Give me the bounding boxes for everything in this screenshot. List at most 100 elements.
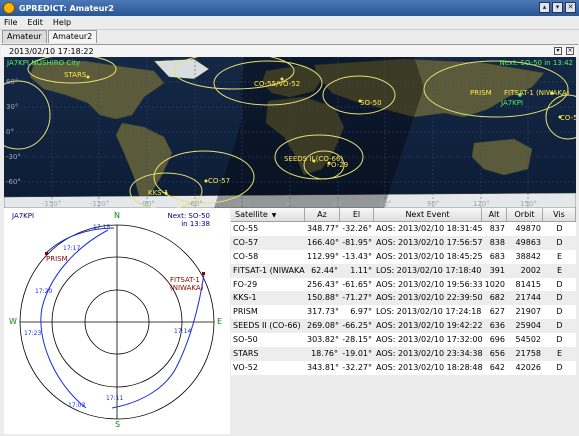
col-orbit[interactable]: Orbit bbox=[507, 208, 543, 221]
col-next-event[interactable]: Next Event bbox=[374, 208, 482, 221]
cell-orbit: 2002 bbox=[520, 265, 541, 275]
map-sat-label[interactable]: CO-57 bbox=[208, 177, 230, 185]
col-alt[interactable]: Alt bbox=[482, 208, 507, 221]
polar-time-label: 17:20 bbox=[35, 288, 53, 295]
polar-time-label: 17:03 bbox=[68, 402, 86, 409]
map-sat-label[interactable]: FITSAT-1 (NIWAKA) bbox=[504, 89, 569, 97]
polar-next-line1: Next: SO-50 bbox=[167, 212, 210, 220]
close-button[interactable]: ✕ bbox=[565, 2, 576, 13]
cell-next-event: AOS: 2013/02/10 22:39:50 bbox=[376, 293, 482, 303]
cell-vis: D bbox=[556, 321, 563, 331]
cell-el: -32.26° bbox=[342, 224, 372, 233]
table-row[interactable]: SEEDS II (CO-66) 269.08° -66.25° AOS: 2013/… bbox=[231, 319, 576, 334]
table-row[interactable]: KKS-1 150.88° -71.27° AOS: 2013/02/10 22:39… bbox=[231, 291, 576, 306]
cell-alt: 636 bbox=[489, 321, 505, 331]
cell-el: -13.43° bbox=[342, 251, 372, 261]
map-qth-label: JA7KPI NOSHIRO City bbox=[7, 59, 81, 67]
lon-tick: 90° bbox=[427, 200, 440, 208]
cell-az: 150.88° bbox=[307, 293, 339, 303]
cell-orbit: 21758 bbox=[515, 349, 541, 359]
cell-orbit: 25904 bbox=[515, 321, 541, 331]
col-az[interactable]: Az bbox=[305, 208, 340, 221]
cell-orbit: 21744 bbox=[515, 293, 541, 303]
polar-time-label: 17:11 bbox=[106, 395, 124, 402]
cell-el: -66.25° bbox=[342, 321, 372, 331]
table-row[interactable]: FO-29 256.43° -61.65° AOS: 2013/02/10 19:56… bbox=[231, 278, 576, 292]
polar-sat-label[interactable]: PRISM bbox=[46, 255, 68, 263]
lat-tick: -60° bbox=[6, 178, 21, 186]
cell-el: -61.65° bbox=[342, 279, 372, 289]
compass-n: N bbox=[114, 211, 120, 220]
compass-e: E bbox=[217, 317, 223, 326]
cell-az: 343.81° bbox=[307, 362, 339, 372]
minimize-button[interactable]: ▴ bbox=[539, 2, 550, 13]
menu-file[interactable]: File bbox=[4, 18, 17, 27]
polar-sat-label[interactable]: FITSAT-1 (NIWAKA) bbox=[170, 276, 230, 292]
polar-time-label: 17:23 bbox=[24, 330, 42, 337]
cell-el: 1.11° bbox=[350, 265, 372, 275]
cell-alt: 391 bbox=[489, 265, 505, 275]
module-options-icon[interactable]: ▾ bbox=[554, 47, 562, 55]
tab-amateur[interactable]: Amateur bbox=[2, 30, 47, 43]
menu-edit[interactable]: Edit bbox=[27, 18, 43, 27]
cell-orbit: 54502 bbox=[515, 335, 541, 345]
map-view[interactable]: JA7KPI NOSHIRO City Next: SO-50 in 13:42… bbox=[4, 57, 576, 208]
cell-next-event: LOS: 2013/02/10 17:18:40 bbox=[376, 265, 482, 275]
tab-amateur2[interactable]: Amateur2 bbox=[47, 30, 98, 43]
col-el[interactable]: El bbox=[340, 208, 374, 221]
map-sat-label[interactable]: CO-55/VO-52 bbox=[254, 80, 300, 88]
cell-next-event: AOS: 2013/02/10 19:56:33 bbox=[376, 279, 482, 289]
col-vis[interactable]: Vis bbox=[543, 208, 576, 221]
map-sat-label[interactable]: FO-29 bbox=[327, 161, 348, 169]
cell-next-event: AOS: 2013/02/10 18:45:25 bbox=[376, 251, 482, 261]
module-close-icon[interactable]: × bbox=[566, 47, 574, 55]
lon-tick: -150° bbox=[42, 200, 62, 208]
table-row[interactable]: CO-57 166.40° -81.95° AOS: 2013/02/10 17:56… bbox=[231, 235, 576, 250]
track-fitsat bbox=[111, 273, 205, 409]
gpredict-app-icon bbox=[3, 2, 15, 14]
map-qth-marker-label: JA7KPI bbox=[501, 99, 524, 107]
cell-orbit: 42026 bbox=[515, 362, 541, 372]
cell-next-event: AOS: 2013/02/10 23:34:38 bbox=[376, 349, 482, 359]
cell-el: 6.97° bbox=[350, 307, 372, 317]
cell-satellite: VO-52 bbox=[233, 362, 258, 372]
cell-alt: 683 bbox=[489, 251, 505, 261]
polar-next-line2: in 13:38 bbox=[181, 220, 210, 228]
cell-satellite: FITSAT-1 (NIWAKA) bbox=[233, 265, 305, 275]
cell-az: 112.99° bbox=[307, 251, 339, 261]
table-row[interactable]: VO-52 343.81° -32.27° AOS: 2013/02/10 18:28… bbox=[231, 361, 576, 375]
cell-orbit: 49870 bbox=[515, 224, 541, 233]
sort-desc-icon: ▼ bbox=[271, 212, 277, 219]
lon-tick: -30° bbox=[235, 200, 250, 208]
table-row[interactable]: CO-58 112.99° -13.43° AOS: 2013/02/10 18:45… bbox=[231, 250, 576, 264]
map-sat-label[interactable]: CO-58 bbox=[560, 114, 576, 122]
polar-time-label: 17:14 bbox=[174, 328, 192, 335]
cell-vis: E bbox=[556, 251, 563, 261]
table-body: CO-55 348.77° -32.26° AOS: 2013/02/10 18:31… bbox=[231, 222, 576, 375]
polar-view[interactable]: JA7KPI Next: SO-50 in 13:38 N E S W PRIS… bbox=[4, 208, 230, 434]
maximize-button[interactable]: ▾ bbox=[552, 2, 563, 13]
table-row[interactable]: STARS 18.76° -19.01° AOS: 2013/02/10 23:34:… bbox=[231, 347, 576, 361]
col-satellite-label: Satellite bbox=[235, 210, 268, 219]
cell-az: 18.76° bbox=[311, 349, 338, 359]
polar-next-pass: Next: SO-50 in 13:38 bbox=[168, 212, 210, 228]
map-sat-label[interactable]: STARS bbox=[64, 71, 86, 79]
menu-help[interactable]: Help bbox=[53, 18, 71, 27]
cell-satellite: STARS bbox=[233, 349, 259, 359]
col-satellite[interactable]: Satellite ▼ bbox=[231, 208, 305, 221]
table-row[interactable]: CO-55 348.77° -32.26° AOS: 2013/02/10 18:31… bbox=[231, 222, 576, 236]
table-row[interactable]: PRISM 317.73° 6.97° LOS: 2013/02/10 17:24:1… bbox=[231, 305, 576, 319]
table-row[interactable]: FITSAT-1 (NIWAKA) 62.44° 1.11° LOS: 2013/02… bbox=[231, 263, 576, 278]
cell-next-event: AOS: 2013/02/10 18:31:45 bbox=[376, 224, 482, 233]
map-next-pass: Next: SO-50 in 13:42 bbox=[499, 59, 573, 67]
table-row[interactable]: SO-50 303.82° -28.15° AOS: 2013/02/10 17:32… bbox=[231, 333, 576, 347]
lon-tick: 150° bbox=[520, 200, 537, 208]
map-sat-label[interactable]: SO-50 bbox=[360, 99, 382, 107]
cell-vis: D bbox=[556, 335, 563, 345]
map-sat-label[interactable]: PRISM bbox=[470, 89, 492, 97]
compass-w: W bbox=[9, 317, 17, 326]
cell-next-event: AOS: 2013/02/10 17:56:57 bbox=[376, 237, 482, 247]
satellite-table[interactable]: Satellite ▼ Az El Next Event Alt Orbit Vi… bbox=[231, 208, 576, 375]
lat-tick: -30° bbox=[6, 153, 21, 161]
map-sat-label[interactable]: KKS-1 bbox=[148, 189, 169, 197]
